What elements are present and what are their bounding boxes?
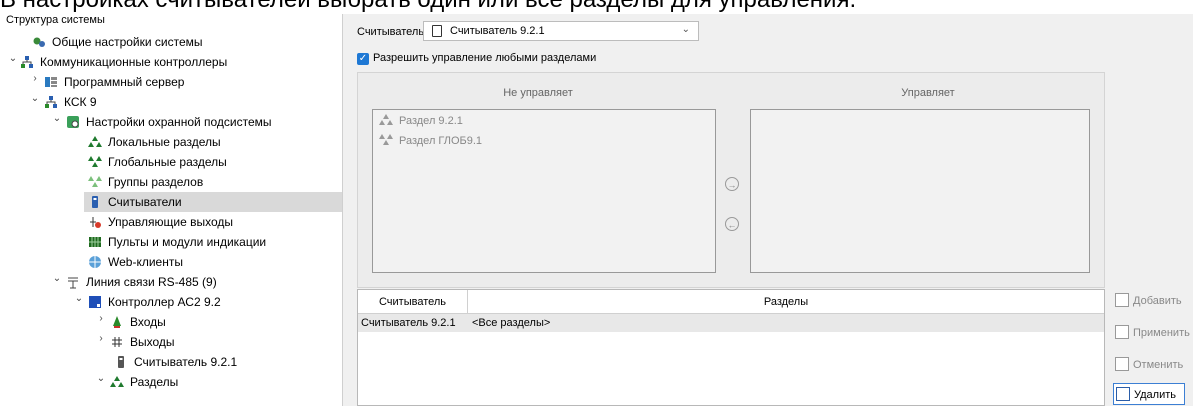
partitions-icon [88,135,102,147]
outputs-icon [90,216,101,228]
add-row-icon [1115,293,1129,307]
partitions-icon [110,375,124,387]
partitions-icon [88,155,102,167]
partitions-icon [379,114,393,126]
tree-item-reader-921[interactable]: Считыватель 9.2.1 [114,352,237,372]
managed-list[interactable] [750,109,1090,273]
tree-item-panels[interactable]: Пульты и модули индикации [88,232,266,252]
column-header-partitions[interactable]: Разделы [468,290,1104,314]
chevron-down-icon[interactable]: ⌄ [52,113,62,124]
chevron-right-icon[interactable]: › [30,73,40,84]
readers-table: Считыватель Разделы Считыватель 9.2.1 <В… [357,289,1105,406]
arrow-right-icon: → [727,180,737,190]
chevron-down-icon[interactable]: ⌄ [30,93,40,104]
managed-header: Управляет [901,87,955,99]
tree-item-general-settings[interactable]: Общие настройки системы [32,32,203,52]
cell-partitions: <Все разделы> [472,317,551,329]
partitions-icon [379,134,393,146]
apply-button[interactable]: Применить [1113,322,1193,344]
reader-icon [432,25,442,37]
apply-icon [1115,325,1129,339]
tree-item-partitions[interactable]: Разделы [110,372,178,392]
move-right-button[interactable]: → [725,177,739,191]
web-icon [89,255,101,268]
tree-item-partition-groups[interactable]: Группы разделов [88,172,203,192]
delete-button[interactable]: Удалить [1113,383,1185,405]
reader-label: Считыватель: [357,26,428,38]
tree-item-readers[interactable]: Считыватели [84,192,342,212]
chevron-down-icon[interactable]: ⌄ [52,273,62,284]
outputs-icon [112,336,122,347]
not-managed-header: Не управляет [503,87,573,99]
security-settings-icon [67,115,79,128]
network-icon [21,55,33,68]
panel-icon [89,236,101,247]
cell-reader: Считыватель 9.2.1 [361,317,456,329]
tree-item-global-partitions[interactable]: Глобальные разделы [88,152,227,172]
tree-item-local-partitions[interactable]: Локальные разделы [88,132,221,152]
tree-item-security-settings[interactable]: Настройки охранной подсистемы [66,112,272,132]
chevron-down-icon[interactable]: ⌄ [74,293,84,304]
move-left-button[interactable]: ← [725,217,739,231]
system-structure-tree: Структура системы Общие настройки систем… [0,14,343,406]
network-icon [45,95,57,108]
partition-assignment-group: Не управляет Управляет Раздел 9.2.1 Разд… [357,72,1105,288]
allow-any-checkbox[interactable]: ✓ [357,53,369,65]
delete-row-icon [1116,387,1130,401]
cancel-icon [1115,357,1129,371]
line-icon [68,277,78,289]
reader-settings-panel: Считыватель: Считыватель 9.2.1 ⌄ ✓ Разре… [343,14,1193,406]
tree-title: Структура системы [6,14,105,26]
chevron-right-icon[interactable]: › [96,313,106,324]
table-row[interactable]: Считыватель 9.2.1 <Все разделы> [358,314,1104,332]
chevron-right-icon[interactable]: › [96,333,106,344]
tree-item-ksk9[interactable]: КСК 9 [44,92,97,112]
inputs-icon [113,315,121,328]
tree-item-software-server[interactable]: Программный сервер [44,72,184,92]
instruction-caption: В настройках считывателей выбрать один и… [0,0,1193,14]
reader-select-value: Считыватель 9.2.1 [450,25,545,37]
tree-item-web-clients[interactable]: Web-клиенты [88,252,183,272]
reader-icon [92,195,98,208]
tree-item-control-outputs[interactable]: Управляющие выходы [88,212,233,232]
tree-item-rs485-line[interactable]: Линия связи RS-485 (9) [66,272,217,292]
not-managed-list[interactable]: Раздел 9.2.1 Раздел ГЛОБ9.1 [372,109,716,273]
list-item[interactable]: Раздел ГЛОБ9.1 [379,132,482,150]
column-header-reader[interactable]: Считыватель [358,290,468,314]
tree-item-comm-controllers[interactable]: Коммуникационные контроллеры [20,52,227,72]
chevron-down-icon: ⌄ [681,24,690,35]
reader-select[interactable]: Считыватель 9.2.1 ⌄ [423,21,699,41]
server-icon [45,76,57,87]
controller-icon [89,295,101,308]
chevron-down-icon[interactable]: ⌄ [8,53,18,64]
reader-icon [118,355,124,368]
tree-item-outputs[interactable]: Выходы [110,332,175,352]
arrow-left-icon: ← [727,220,737,230]
gears-icon [33,37,45,47]
list-item[interactable]: Раздел 9.2.1 [379,112,463,130]
tree-item-inputs[interactable]: Входы [110,312,166,332]
tree-item-controller-ac2[interactable]: Контроллер АС2 9.2 [88,292,221,312]
allow-any-label: Разрешить управление любыми разделами [373,52,597,64]
chevron-down-icon[interactable]: ⌄ [96,373,106,384]
add-button[interactable]: Добавить [1113,290,1193,312]
cancel-button[interactable]: Отменить [1113,354,1193,376]
partition-groups-icon [88,175,102,187]
